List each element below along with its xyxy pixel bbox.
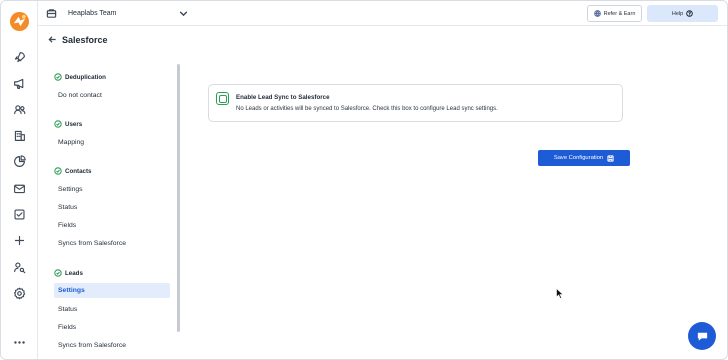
nav-item-do-not-contact[interactable]: Do not contact — [54, 88, 170, 103]
left-rail — [1, 1, 38, 359]
globe-icon — [593, 10, 601, 17]
mouse-cursor-icon — [556, 288, 564, 299]
building-icon[interactable] — [12, 128, 27, 143]
group-title: Contacts — [65, 167, 92, 175]
settings-sidenav: Deduplication Do not contact Users Mappi… — [48, 69, 174, 359]
nav-item-contacts-syncs[interactable]: Syncs from Salesforce — [54, 236, 170, 251]
back-button[interactable] — [48, 35, 57, 44]
nav-item-contacts-fields[interactable]: Fields — [54, 218, 170, 233]
nav-item-contacts-status[interactable]: Status — [54, 200, 170, 215]
top-header: Heaplabs Team Refer & Earn Help — [38, 1, 727, 26]
question-circle-icon — [686, 10, 693, 17]
person-search-icon[interactable] — [12, 260, 27, 275]
nav-item-label: Syncs from Salesforce — [58, 240, 126, 247]
check-circle-icon — [54, 120, 62, 128]
nav-item-label: Settings — [58, 287, 85, 294]
check-circle-icon — [54, 167, 62, 175]
save-configuration-label: Save Configuration — [553, 155, 604, 161]
app-window: Heaplabs Team Refer & Earn Help Salesfor… — [0, 0, 728, 360]
nav-item-leads-syncs[interactable]: Syncs from Salesforce — [54, 338, 170, 353]
nav-item-mapping[interactable]: Mapping — [54, 135, 170, 150]
users-icon[interactable] — [12, 102, 27, 117]
group-leads: Leads — [54, 269, 83, 277]
chat-icon — [697, 332, 707, 341]
team-switcher[interactable]: Heaplabs Team — [46, 6, 189, 21]
pie-chart-icon[interactable] — [12, 154, 27, 169]
lead-sync-description: No Leads or activities will be synced to… — [236, 106, 498, 112]
nav-item-label: Status — [58, 204, 78, 211]
lead-sync-card: Enable Lead Sync to Salesforce No Leads … — [208, 84, 623, 122]
nav-item-label: Status — [58, 306, 78, 313]
plus-icon[interactable] — [12, 233, 27, 248]
task-check-icon[interactable] — [12, 207, 27, 222]
enable-lead-sync-checkbox[interactable] — [216, 92, 229, 105]
nav-item-leads-settings[interactable]: Settings — [54, 283, 170, 298]
nav-item-label: Fields — [58, 324, 77, 331]
nav-item-leads-status[interactable]: Status — [54, 302, 170, 317]
group-contacts: Contacts — [54, 167, 91, 175]
group-users: Users — [54, 120, 82, 128]
team-icon — [46, 9, 57, 18]
more-icon[interactable] — [12, 335, 27, 350]
lead-sync-title: Enable Lead Sync to Salesforce — [236, 94, 330, 101]
help-button[interactable]: Help — [647, 5, 718, 22]
nav-item-label: Fields — [58, 222, 77, 229]
nav-item-contacts-settings[interactable]: Settings — [54, 182, 170, 197]
refer-earn-label: Refer & Earn — [603, 10, 636, 17]
nav-item-label: Settings — [58, 186, 83, 193]
page-title: Salesforce — [62, 35, 108, 45]
chat-widget-button[interactable] — [688, 322, 716, 350]
nav-item-label: Do not contact — [58, 92, 102, 99]
brand-logo[interactable] — [9, 11, 30, 32]
chevron-down-icon — [179, 11, 188, 17]
check-circle-icon — [54, 73, 62, 81]
settings-icon[interactable] — [12, 286, 27, 301]
nav-item-label: Syncs from Salesforce — [58, 342, 126, 349]
nav-item-label: Mapping — [58, 139, 85, 146]
team-name: Heaplabs Team — [68, 10, 117, 17]
check-circle-icon — [54, 269, 62, 277]
refer-earn-button[interactable]: Refer & Earn — [587, 5, 642, 22]
help-label: Help — [671, 10, 684, 17]
save-icon — [607, 154, 614, 162]
sidenav-scrollbar[interactable] — [177, 64, 180, 332]
group-deduplication: Deduplication — [54, 73, 106, 81]
arrow-left-icon — [48, 36, 56, 43]
save-configuration-button[interactable]: Save Configuration — [538, 150, 630, 166]
rocket-icon[interactable] — [12, 50, 27, 65]
group-title: Deduplication — [65, 73, 106, 81]
mail-icon[interactable] — [12, 181, 27, 196]
group-title: Users — [65, 120, 83, 128]
nav-item-leads-fields[interactable]: Fields — [54, 320, 170, 335]
group-title: Leads — [65, 269, 83, 277]
megaphone-icon[interactable] — [12, 76, 27, 91]
